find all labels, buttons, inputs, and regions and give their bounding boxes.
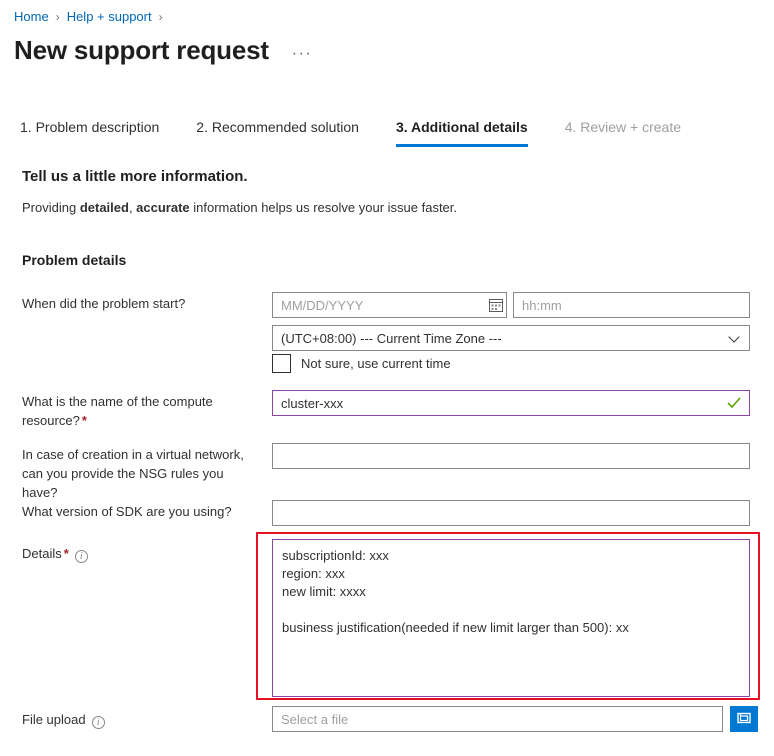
label-file-upload-text: File upload	[22, 712, 86, 727]
label-nsg-rules: In case of creation in a virtual network…	[22, 445, 262, 502]
form-row-details: Details* i	[0, 541, 774, 701]
tab-additional-details[interactable]: 3. Additional details	[396, 118, 528, 147]
page-header: New support request ···	[14, 34, 315, 66]
file-upload-input[interactable]	[272, 706, 723, 732]
label-compute-resource-text: What is the name of the compute resource…	[22, 394, 213, 428]
subtext-bold-detailed: detailed	[80, 200, 129, 215]
section-subtext: Providing detailed, accurate information…	[22, 200, 457, 215]
required-asterisk: *	[64, 546, 69, 561]
subtext-part: information helps us resolve your issue …	[190, 200, 457, 215]
browse-folder-icon	[736, 710, 752, 729]
subtext-part: Providing	[22, 200, 80, 215]
calendar-icon[interactable]	[489, 298, 503, 312]
sdk-version-input[interactable]	[272, 500, 750, 526]
problem-start-time-input[interactable]	[513, 292, 750, 318]
group-title-problem-details: Problem details	[22, 252, 126, 268]
form-row-sdk-version: What version of SDK are you using?	[0, 500, 774, 534]
label-compute-resource: What is the name of the compute resource…	[22, 392, 247, 430]
label-problem-start: When did the problem start?	[22, 294, 262, 313]
wizard-tabs: 1. Problem description 2. Recommended so…	[20, 118, 718, 147]
chevron-down-icon	[729, 332, 741, 344]
breadcrumb-chevron-icon: ›	[56, 8, 60, 26]
form-row-compute-resource: What is the name of the compute resource…	[0, 390, 774, 430]
details-textarea[interactable]	[272, 539, 750, 697]
not-sure-checkbox-label: Not sure, use current time	[301, 356, 451, 371]
subtext-bold-accurate: accurate	[136, 200, 189, 215]
breadcrumb-item-home[interactable]: Home	[14, 8, 49, 26]
page-title: New support request	[14, 34, 269, 66]
info-icon[interactable]: i	[92, 716, 105, 729]
label-file-upload: File upload i	[22, 710, 262, 729]
form-row-problem-start: When did the problem start? (UTC+08:00) …	[0, 292, 774, 382]
browse-file-button[interactable]	[730, 706, 758, 732]
breadcrumb-item-help-support[interactable]: Help + support	[67, 8, 152, 26]
compute-resource-input[interactable]	[272, 390, 750, 416]
tab-review-create[interactable]: 4. Review + create	[565, 118, 681, 147]
info-icon[interactable]: i	[75, 550, 88, 563]
nsg-rules-input[interactable]	[272, 443, 750, 469]
form-row-file-upload: File upload i	[0, 706, 774, 740]
checkmark-icon	[726, 395, 742, 411]
label-details-text: Details	[22, 546, 62, 561]
not-sure-checkbox-row[interactable]: Not sure, use current time	[272, 354, 451, 373]
more-options-icon[interactable]: ···	[289, 47, 315, 61]
label-sdk-version: What version of SDK are you using?	[22, 502, 262, 521]
not-sure-checkbox[interactable]	[272, 354, 291, 373]
problem-start-date-input[interactable]	[272, 292, 507, 318]
form-row-nsg-rules: In case of creation in a virtual network…	[0, 443, 774, 487]
section-heading: Tell us a little more information.	[22, 168, 248, 185]
required-asterisk: *	[82, 413, 87, 428]
breadcrumb-chevron-icon: ›	[159, 8, 163, 26]
timezone-selected-value: (UTC+08:00) --- Current Time Zone ---	[281, 331, 729, 346]
tab-problem-description[interactable]: 1. Problem description	[20, 118, 159, 147]
tab-recommended-solution[interactable]: 2. Recommended solution	[196, 118, 359, 147]
timezone-select[interactable]: (UTC+08:00) --- Current Time Zone ---	[272, 325, 750, 351]
label-details: Details* i	[22, 544, 262, 563]
breadcrumb: Home › Help + support ›	[14, 8, 170, 26]
